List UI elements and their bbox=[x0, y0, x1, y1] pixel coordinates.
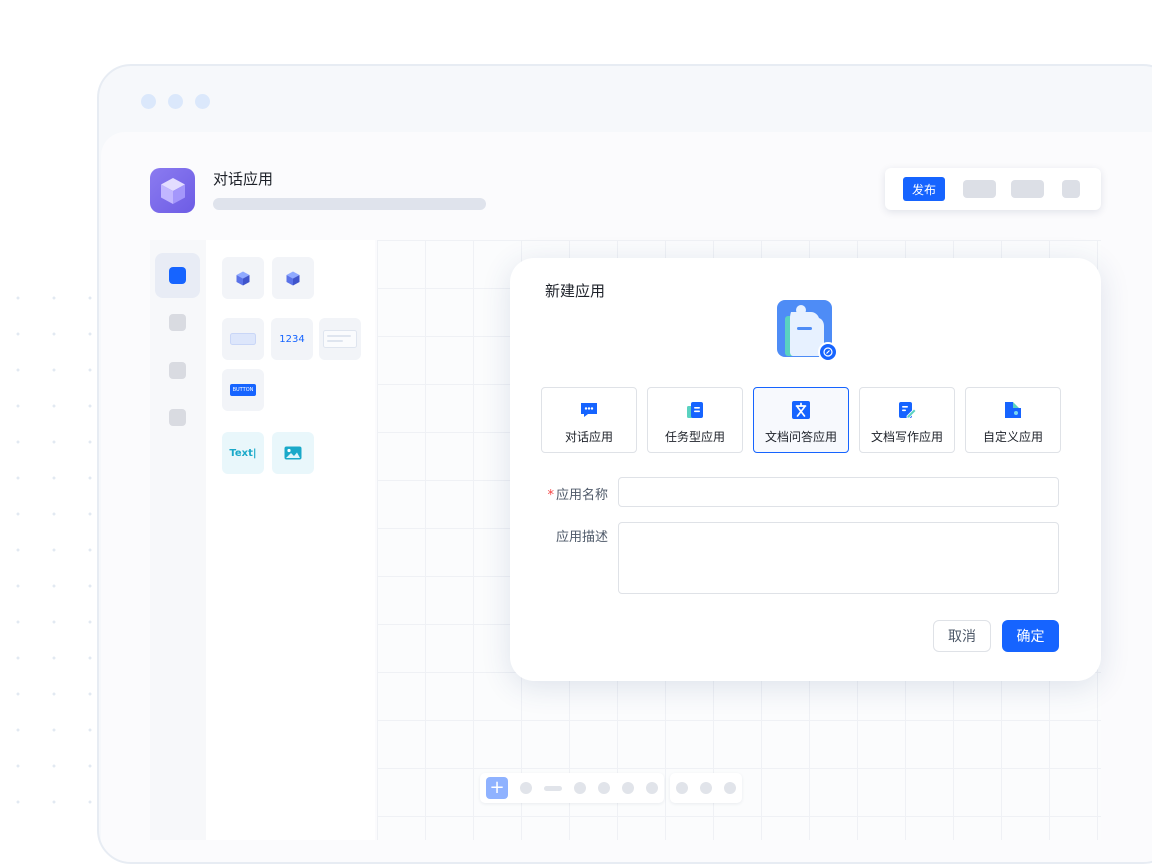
type-label: 文档写作应用 bbox=[870, 430, 943, 444]
palette-cube-tile-1[interactable] bbox=[222, 257, 264, 299]
toolbar-dot[interactable] bbox=[574, 782, 586, 794]
palette-number-tile[interactable]: 1234 bbox=[271, 318, 313, 360]
square-icon bbox=[169, 409, 186, 426]
palette-image-tile[interactable] bbox=[272, 432, 314, 474]
publish-button[interactable]: 发布 bbox=[903, 177, 945, 201]
window-dot-1[interactable] bbox=[141, 94, 156, 109]
toolbar-action-3[interactable] bbox=[1062, 180, 1080, 198]
component-palette: 1234 BUTTON Text| bbox=[206, 240, 375, 840]
app-type-selector: 对话应用 任务型应用 文档问答应用 文档写作应用 自定义应用 bbox=[541, 387, 1061, 453]
toolbar-action-1[interactable] bbox=[963, 180, 996, 198]
canvas-toolbar-group-1: + bbox=[480, 773, 664, 803]
sidebar-item-4[interactable] bbox=[155, 395, 200, 440]
window-dot-2[interactable] bbox=[168, 94, 183, 109]
type-card-task[interactable]: 任务型应用 bbox=[647, 387, 743, 453]
toolbar-dot[interactable] bbox=[598, 782, 610, 794]
toolbar-dot[interactable] bbox=[676, 782, 688, 794]
type-label: 自定义应用 bbox=[982, 430, 1043, 444]
background-dot-pattern bbox=[0, 280, 110, 820]
square-icon bbox=[169, 362, 186, 379]
toolbar-action-2[interactable] bbox=[1011, 180, 1044, 198]
palette-input-tile[interactable] bbox=[222, 318, 264, 360]
palette-button-tile[interactable]: BUTTON bbox=[222, 369, 264, 411]
toolbar-dot[interactable] bbox=[724, 782, 736, 794]
required-mark: * bbox=[547, 488, 554, 503]
puzzle-icon bbox=[1005, 402, 1021, 418]
type-card-doc-write[interactable]: 文档写作应用 bbox=[859, 387, 955, 453]
textarea-icon bbox=[323, 330, 357, 348]
square-icon bbox=[169, 267, 186, 284]
chat-bubble-icon bbox=[581, 403, 597, 417]
type-card-chat[interactable]: 对话应用 bbox=[541, 387, 637, 453]
dialog-title: 新建应用 bbox=[545, 282, 606, 300]
type-label: 对话应用 bbox=[564, 430, 613, 444]
toolbar-dash[interactable] bbox=[544, 785, 562, 791]
app-title: 对话应用 bbox=[213, 170, 274, 188]
sidebar-item-2[interactable] bbox=[155, 300, 200, 345]
doc-qa-icon bbox=[792, 401, 810, 419]
edit-avatar-icon[interactable] bbox=[818, 342, 838, 362]
top-toolbar: 发布 bbox=[885, 168, 1101, 210]
palette-textarea-tile[interactable] bbox=[319, 318, 361, 360]
sidebar-item-3[interactable] bbox=[155, 348, 200, 393]
palette-text-tile[interactable]: Text| bbox=[222, 432, 264, 474]
toolbar-dot[interactable] bbox=[700, 782, 712, 794]
square-icon bbox=[169, 314, 186, 331]
image-icon bbox=[284, 446, 302, 460]
window-dot-3[interactable] bbox=[195, 94, 210, 109]
window-controls bbox=[141, 94, 210, 109]
cube-icon bbox=[236, 271, 250, 285]
new-app-dialog: 新建应用 对话应用 任务型应用 文档问答应用 文档写作应用 自定义应用 * 应用… bbox=[510, 258, 1101, 681]
canvas-bottom-toolbar: + bbox=[480, 773, 742, 803]
type-card-custom[interactable]: 自定义应用 bbox=[965, 387, 1061, 453]
app-desc-input[interactable] bbox=[618, 522, 1059, 594]
cancel-button[interactable]: 取消 bbox=[933, 620, 991, 652]
toolbar-dot[interactable] bbox=[646, 782, 658, 794]
cube-icon bbox=[286, 271, 300, 285]
app-cube-icon bbox=[150, 168, 195, 213]
left-sidebar bbox=[150, 240, 206, 840]
canvas-toolbar-group-2 bbox=[670, 773, 742, 803]
task-doc-icon bbox=[687, 402, 703, 418]
app-name-label-text: 应用名称 bbox=[555, 488, 608, 503]
toolbar-dot[interactable] bbox=[520, 782, 532, 794]
type-label: 任务型应用 bbox=[664, 430, 725, 444]
doc-write-icon bbox=[899, 402, 917, 419]
button-widget-preview: BUTTON bbox=[229, 384, 257, 396]
add-plus-icon[interactable]: + bbox=[486, 777, 508, 799]
palette-cube-tile-2[interactable] bbox=[272, 257, 314, 299]
sidebar-item-components[interactable] bbox=[155, 253, 200, 298]
confirm-button[interactable]: 确定 bbox=[1002, 620, 1059, 652]
app-subtitle-placeholder bbox=[213, 198, 486, 210]
app-name-label: * 应用名称 bbox=[538, 484, 608, 503]
type-card-doc-qa[interactable]: 文档问答应用 bbox=[753, 387, 849, 453]
input-box-icon bbox=[230, 333, 256, 345]
app-name-input[interactable] bbox=[618, 477, 1059, 507]
toolbar-dot[interactable] bbox=[622, 782, 634, 794]
app-desc-label: 应用描述 bbox=[555, 530, 608, 545]
type-label: 文档问答应用 bbox=[764, 430, 837, 444]
